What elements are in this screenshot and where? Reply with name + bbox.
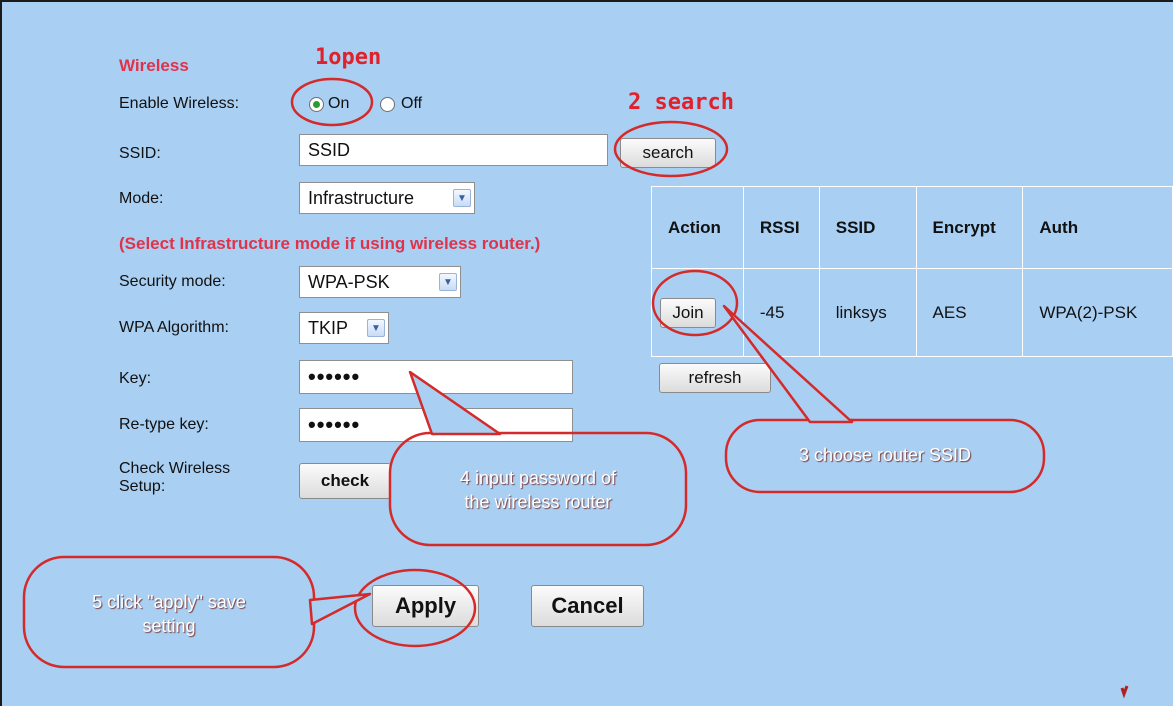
ssid-label: SSID: [119,145,161,162]
wpa-algorithm-label: WPA Algorithm: [119,319,229,336]
wpa-algorithm-value: TKIP [308,317,349,338]
step5-note-line1: 5 click "apply" save [92,592,246,612]
section-title: Wireless [119,56,189,75]
search-button[interactable]: search [620,138,716,168]
mode-value: Infrastructure [308,187,415,208]
apply-button[interactable]: Apply [372,585,479,627]
header-encrypt: Encrypt [915,186,1024,269]
radio-off-label: Off [401,95,423,112]
chevron-down-icon[interactable]: ▼ [453,189,471,207]
header-ssid: SSID [818,186,917,269]
step4-callout [388,431,688,547]
cell-encrypt: AES [915,268,1024,357]
cell-rssi: -45 [742,268,820,357]
chevron-down-icon[interactable]: ▼ [367,319,385,337]
security-mode-label: Security mode: [119,273,226,290]
security-mode-value: WPA-PSK [308,271,390,292]
radio-off[interactable]: Off [380,95,422,113]
retype-key-input[interactable]: •••••• [299,408,573,442]
header-auth: Auth [1022,186,1173,269]
cell-action: Join [651,268,744,357]
radio-off-indicator[interactable] [380,96,395,112]
wireless-settings-panel: Wireless Enable Wireless: On Off SSID: S… [0,0,1173,706]
step5-pointer [308,592,372,626]
mode-select[interactable]: Infrastructure ▼ [299,182,475,214]
scan-results-table: Action RSSI SSID Encrypt Auth Join -45 l… [651,186,1173,357]
step4-note-line2: the wireless router [464,492,612,512]
key-label: Key: [119,370,152,387]
radio-on[interactable]: On [309,95,349,113]
header-rssi: RSSI [742,186,820,269]
mode-hint: (Select Infrastructure mode if using wir… [119,234,541,253]
refresh-button[interactable]: refresh [659,363,771,393]
join-button[interactable]: Join [660,297,716,328]
cancel-button[interactable]: Cancel [531,585,644,627]
radio-on-indicator[interactable] [309,96,324,112]
key-input[interactable]: •••••• [299,360,573,394]
wpa-algorithm-select[interactable]: TKIP ▼ [299,312,389,344]
header-action: Action [651,186,744,269]
step1-label: 1open [315,45,382,70]
step5-note-line2: setting [142,616,196,636]
table-row: Join -45 linksys AES WPA(2)-PSK [651,268,1173,357]
chevron-down-icon[interactable]: ▼ [439,273,457,291]
check-button[interactable]: check [299,463,391,499]
ssid-input[interactable]: SSID [299,134,608,166]
radio-on-label: On [328,95,350,112]
step2-label: 2 search [628,90,734,115]
mode-label: Mode: [119,190,164,207]
corner-mark [1120,685,1129,699]
cell-ssid: linksys [818,268,917,357]
step3-note: 3 choose router SSID [798,445,972,465]
security-mode-select[interactable]: WPA-PSK ▼ [299,266,461,298]
retype-key-label: Re-type key: [119,416,209,433]
table-header-row: Action RSSI SSID Encrypt Auth [651,186,1173,269]
check-wireless-label: Check Wireless Setup: [119,460,231,495]
step4-note-line1: 4 input password of [459,468,617,488]
enable-wireless-label: Enable Wireless: [119,95,240,112]
cell-auth: WPA(2)-PSK [1022,268,1173,357]
